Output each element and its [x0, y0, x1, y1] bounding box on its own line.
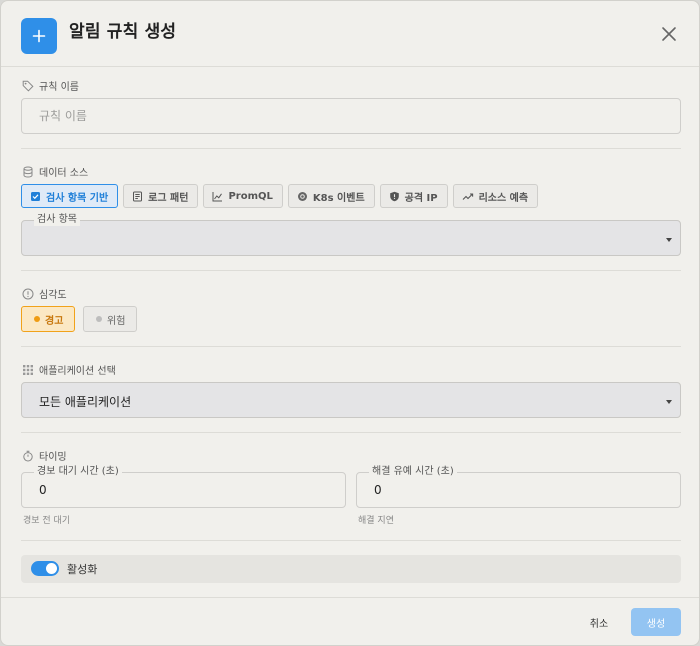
alert-wait-value: 0	[39, 483, 47, 497]
data-source-section-label: 데이터 소스	[22, 164, 88, 179]
chip-label: 리소스 예측	[478, 192, 529, 204]
chevron-down-icon	[666, 238, 672, 242]
stopwatch-icon	[23, 450, 33, 461]
data-source-option-k8s-events[interactable]: K8s 이벤트	[287, 184, 375, 208]
enabled-row: 활성화	[21, 555, 681, 583]
severity-label: 심각도	[39, 290, 67, 301]
data-source-label: 데이터 소스	[39, 168, 89, 179]
severity-option-label: 경고	[45, 315, 64, 327]
severity-dot	[96, 316, 102, 322]
enabled-label: 활성화	[67, 563, 98, 576]
alert-wait-helper: 경보 전 대기	[23, 516, 71, 526]
kubernetes-icon	[297, 191, 307, 201]
divider	[21, 270, 681, 271]
timing-label: 타이밍	[39, 452, 67, 463]
rule-name-input[interactable]	[21, 98, 681, 134]
chevron-down-icon	[666, 400, 672, 404]
checklist-icon	[31, 191, 40, 201]
dialog-header: 알림 규칙 생성	[1, 1, 699, 67]
resolve-grace-helper: 해결 지연	[358, 516, 394, 526]
alert-wait-input[interactable]: 경보 대기 시간 (초) 0	[21, 466, 346, 508]
database-icon	[23, 165, 33, 178]
severity-section-label: 심각도	[22, 286, 67, 301]
create-alert-rule-dialog: 알림 규칙 생성 규칙 이름 데이터 소스 검사 항목 기반 로그 패턴 Pro…	[0, 0, 700, 646]
divider	[21, 346, 681, 347]
severity-option-label: 위험	[107, 315, 126, 327]
chip-label: 검사 항목 기반	[46, 192, 109, 204]
data-source-option-promql[interactable]: PromQL	[203, 184, 283, 208]
check-item-select[interactable]: 검사 항목	[21, 214, 681, 256]
footer-divider	[1, 597, 699, 598]
enabled-toggle[interactable]	[31, 561, 59, 576]
shield-icon	[389, 191, 399, 201]
divider	[21, 432, 681, 433]
line-chart-icon	[212, 191, 223, 201]
data-source-option-attack-ip[interactable]: 공격 IP	[379, 184, 448, 208]
chip-label: 공격 IP	[404, 192, 438, 204]
application-label: 애플리케이션 선택	[39, 366, 116, 377]
data-source-option-log-pattern[interactable]: 로그 패턴	[123, 184, 199, 208]
chip-label: 로그 패턴	[148, 192, 189, 204]
tag-icon	[22, 80, 34, 92]
severity-option-critical[interactable]: 위험	[83, 306, 138, 332]
toggle-knob	[46, 563, 57, 574]
chip-label: PromQL	[228, 190, 273, 202]
divider	[21, 148, 681, 149]
resolve-grace-label: 해결 유예 시간 (초)	[369, 466, 457, 478]
info-circle-icon	[22, 288, 34, 299]
plus-icon	[21, 18, 57, 54]
data-source-option-check-items[interactable]: 검사 항목 기반	[21, 184, 119, 208]
data-source-option-resource-forecast[interactable]: 리소스 예측	[452, 184, 539, 208]
rule-name-label: 규칙 이름	[39, 82, 79, 93]
create-button[interactable]: 생성	[631, 608, 681, 636]
close-icon	[662, 27, 676, 41]
grid-icon	[23, 364, 33, 375]
application-select[interactable]: 모든 애플리케이션	[21, 382, 681, 418]
timing-section-label: 타이밍	[22, 448, 67, 463]
application-value: 모든 애플리케이션	[39, 395, 132, 409]
log-icon	[133, 191, 143, 201]
severity-dot	[34, 316, 40, 322]
close-button[interactable]	[656, 21, 682, 47]
alert-wait-label: 경보 대기 시간 (초)	[34, 466, 122, 478]
resolve-grace-value: 0	[374, 483, 382, 497]
application-section-label: 애플리케이션 선택	[22, 362, 116, 377]
rule-name-section-label: 규칙 이름	[22, 78, 79, 93]
chip-label: K8s 이벤트	[312, 192, 365, 204]
trend-icon	[462, 192, 473, 200]
resolve-grace-input[interactable]: 해결 유예 시간 (초) 0	[356, 466, 681, 508]
severity-option-warning[interactable]: 경고	[21, 306, 76, 332]
divider	[21, 540, 681, 541]
cancel-button[interactable]: 취소	[579, 609, 619, 635]
dialog-title: 알림 규칙 생성	[69, 22, 177, 42]
data-source-options: 검사 항목 기반 로그 패턴 PromQL K8s 이벤트 공격 IP 리소스 …	[21, 184, 539, 208]
check-item-label: 검사 항목	[34, 214, 80, 226]
